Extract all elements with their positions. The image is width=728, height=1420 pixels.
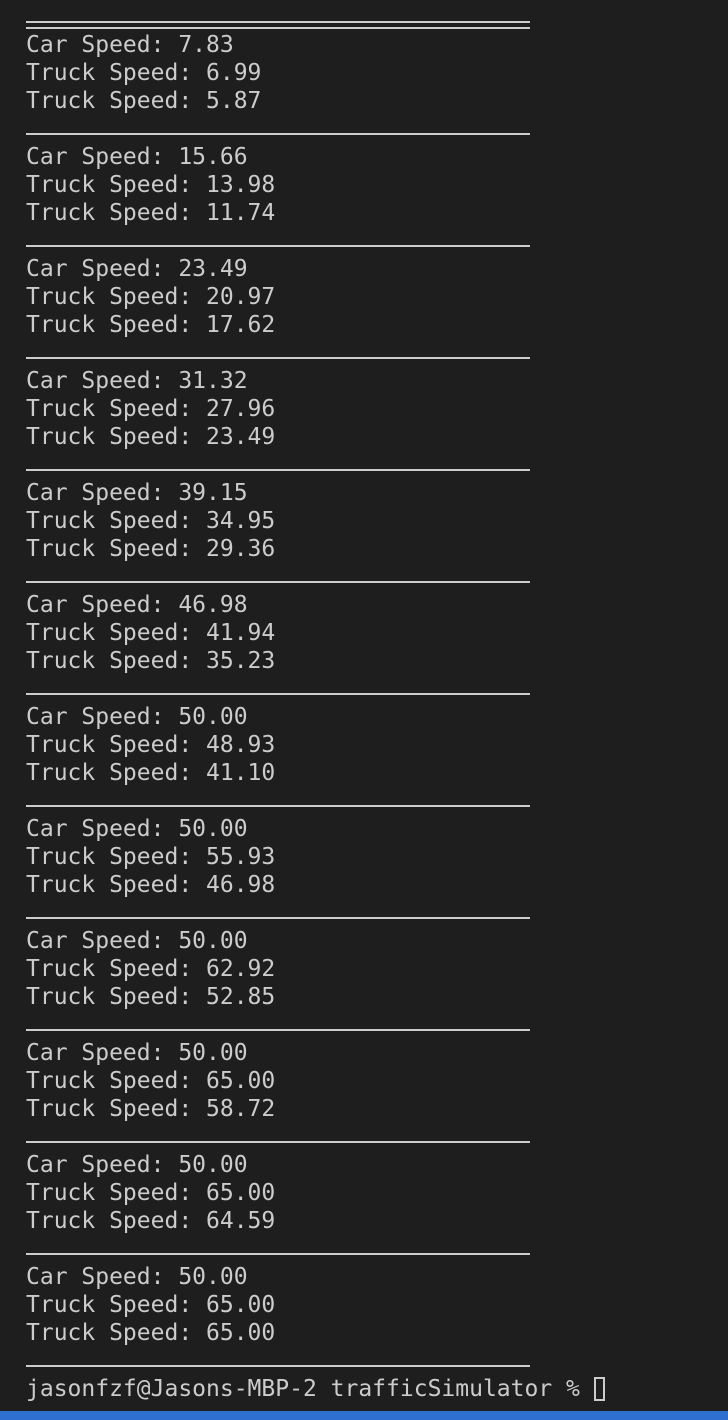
car-speed-line: Car Speed: 7.83: [26, 32, 234, 58]
separator-line: [26, 899, 706, 927]
car-speed-line: Car Speed: 39.15: [26, 480, 248, 506]
separator-line: [26, 787, 706, 815]
separator-line: [26, 3, 706, 31]
car-speed-line: Car Speed: 50.00: [26, 1264, 248, 1290]
car-speed-line: Car Speed: 46.98: [26, 592, 248, 618]
truck-speed-line: Truck Speed: 48.93: [26, 732, 276, 758]
car-speed-line: Car Speed: 15.66: [26, 144, 248, 170]
truck-speed-line: Truck Speed: 65.00: [26, 1292, 276, 1318]
car-speed-line: Car Speed: 50.00: [26, 928, 248, 954]
truck-speed-line: Truck Speed: 11.74: [26, 200, 276, 226]
truck-speed-line: Truck Speed: 58.72: [26, 1096, 276, 1122]
status-bar-edge: [0, 1411, 728, 1420]
truck-speed-line: Truck Speed: 52.85: [26, 984, 276, 1010]
truck-speed-line: Truck Speed: 13.98: [26, 172, 276, 198]
separator-line: [26, 1011, 706, 1039]
separator-line: [26, 1123, 706, 1151]
truck-speed-line: Truck Speed: 29.36: [26, 536, 276, 562]
separator-line: [26, 563, 706, 591]
car-speed-line: Car Speed: 31.32: [26, 368, 248, 394]
separator-line: [26, 675, 706, 703]
truck-speed-line: Truck Speed: 41.94: [26, 620, 276, 646]
terminal-output: Car Speed: 7.83 Truck Speed: 6.99 Truck …: [26, 3, 706, 1403]
truck-speed-line: Truck Speed: 62.92: [26, 956, 276, 982]
car-speed-line: Car Speed: 50.00: [26, 1152, 248, 1178]
separator-line: [26, 1347, 706, 1375]
separator-line: [26, 451, 706, 479]
prompt-line[interactable]: jasonfzf@Jasons-MBP-2 trafficSimulator %: [26, 1375, 706, 1403]
truck-speed-line: Truck Speed: 17.62: [26, 312, 276, 338]
separator-line: [26, 339, 706, 367]
separator-line: [26, 227, 706, 255]
shell-prompt: jasonfzf@Jasons-MBP-2 trafficSimulator %: [26, 1376, 594, 1402]
truck-speed-line: Truck Speed: 64.59: [26, 1208, 276, 1234]
truck-speed-line: Truck Speed: 27.96: [26, 396, 276, 422]
car-speed-line: Car Speed: 50.00: [26, 816, 248, 842]
truck-speed-line: Truck Speed: 23.49: [26, 424, 276, 450]
truck-speed-line: Truck Speed: 65.00: [26, 1320, 276, 1346]
truck-speed-line: Truck Speed: 46.98: [26, 872, 276, 898]
car-speed-line: Car Speed: 23.49: [26, 256, 248, 282]
truck-speed-line: Truck Speed: 65.00: [26, 1068, 276, 1094]
truck-speed-line: Truck Speed: 65.00: [26, 1180, 276, 1206]
truck-speed-line: Truck Speed: 5.87: [26, 88, 262, 114]
separator-line: [26, 115, 706, 143]
truck-speed-line: Truck Speed: 55.93: [26, 844, 276, 870]
cursor-icon: [593, 1377, 605, 1401]
truck-speed-line: Truck Speed: 34.95: [26, 508, 276, 534]
car-speed-line: Car Speed: 50.00: [26, 704, 248, 730]
truck-speed-line: Truck Speed: 41.10: [26, 760, 276, 786]
car-speed-line: Car Speed: 50.00: [26, 1040, 248, 1066]
truck-speed-line: Truck Speed: 20.97: [26, 284, 276, 310]
truck-speed-line: Truck Speed: 6.99: [26, 60, 262, 86]
separator-line: [26, 1235, 706, 1263]
truck-speed-line: Truck Speed: 35.23: [26, 648, 276, 674]
terminal-window[interactable]: Car Speed: 7.83 Truck Speed: 6.99 Truck …: [0, 0, 728, 1420]
